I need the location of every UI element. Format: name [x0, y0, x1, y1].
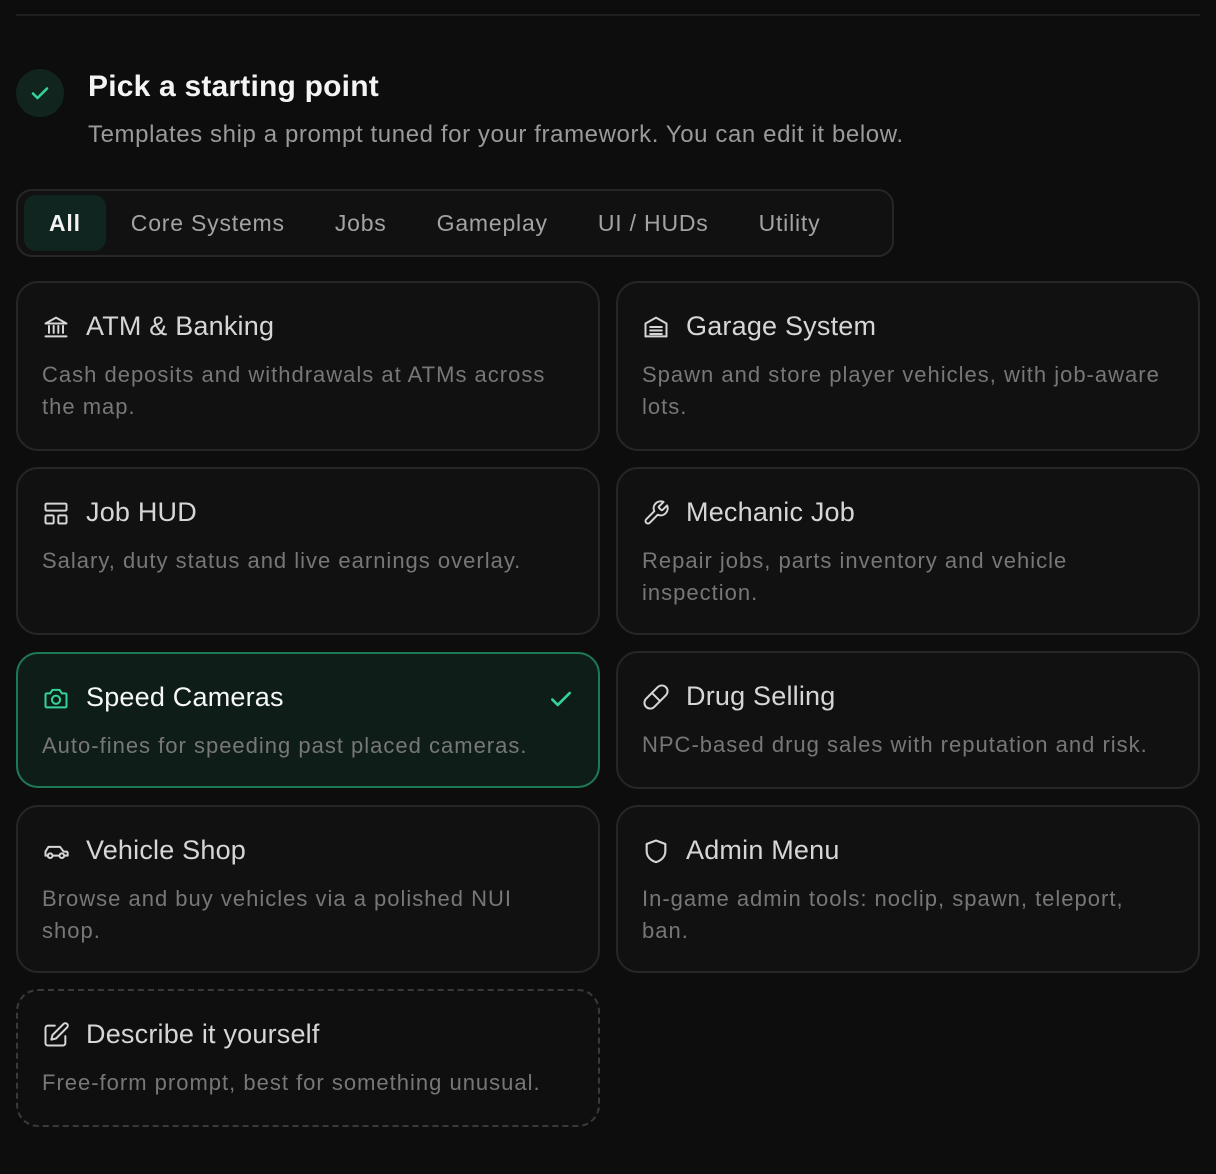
tab-ui-huds[interactable]: UI / HUDs [573, 195, 734, 251]
tab-utility[interactable]: Utility [734, 195, 846, 251]
template-card-vehicle-shop[interactable]: Vehicle Shop Browse and buy vehicles via… [16, 805, 600, 973]
edit-icon [42, 1021, 70, 1049]
garage-icon [642, 313, 670, 341]
wrench-icon [642, 499, 670, 527]
camera-icon [42, 684, 70, 712]
card-title: Drug Selling [686, 681, 836, 711]
card-description: Free-form prompt, best for something unu… [42, 1070, 541, 1095]
card-title: ATM & Banking [86, 311, 275, 341]
tab-all[interactable]: All [24, 195, 106, 251]
shield-icon [642, 837, 670, 865]
card-title: Vehicle Shop [86, 835, 247, 865]
template-card-speed-cameras[interactable]: Speed Cameras Auto-fines for speeding pa… [16, 652, 600, 788]
card-description: Salary, duty status and live earnings ov… [42, 548, 522, 573]
page-title: Pick a starting point [88, 70, 379, 103]
page-subtitle: Templates ship a prompt tuned for your f… [88, 121, 904, 148]
card-title: Job HUD [86, 497, 197, 527]
template-card-describe-yourself[interactable]: Describe it yourself Free-form prompt, b… [16, 989, 600, 1127]
card-title: Mechanic Job [686, 497, 855, 527]
card-title: Garage System [686, 311, 877, 341]
tab-jobs[interactable]: Jobs [310, 195, 412, 251]
layout-icon [42, 499, 70, 527]
template-card-job-hud[interactable]: Job HUD Salary, duty status and live ear… [16, 467, 600, 635]
template-card-mechanic-job[interactable]: Mechanic Job Repair jobs, parts inventor… [616, 467, 1200, 635]
car-icon [42, 837, 70, 865]
card-title: Speed Cameras [86, 682, 284, 712]
card-description: Repair jobs, parts inventory and vehicle… [642, 548, 1068, 605]
template-picker: Pick a starting point Templates ship a p… [0, 0, 1216, 1174]
card-description: Auto-fines for speeding past placed came… [42, 733, 528, 758]
card-description: Browse and buy vehicles via a polished N… [42, 886, 513, 943]
category-tabs: All Core Systems Jobs Gameplay UI / HUDs… [16, 189, 894, 257]
tab-core-systems[interactable]: Core Systems [106, 195, 310, 251]
card-title: Describe it yourself [86, 1019, 320, 1049]
template-card-atm-banking[interactable]: ATM & Banking Cash deposits and withdraw… [16, 281, 600, 451]
tab-gameplay[interactable]: Gameplay [412, 195, 573, 251]
check-icon [31, 87, 49, 100]
card-description: Spawn and store player vehicles, with jo… [642, 362, 1160, 419]
card-title: Admin Menu [686, 835, 840, 865]
card-description: NPC-based drug sales with reputation and… [642, 732, 1148, 757]
divider [16, 14, 1200, 16]
bank-icon [42, 313, 70, 341]
card-description: In-game admin tools: noclip, spawn, tele… [642, 886, 1124, 943]
template-card-admin-menu[interactable]: Admin Menu In-game admin tools: noclip, … [616, 805, 1200, 973]
pill-icon [642, 683, 670, 711]
step-complete-badge [16, 69, 64, 117]
template-card-drug-selling[interactable]: Drug Selling NPC-based drug sales with r… [616, 651, 1200, 789]
selected-check-icon [551, 691, 571, 707]
template-card-garage-system[interactable]: Garage System Spawn and store player veh… [616, 281, 1200, 451]
card-description: Cash deposits and withdrawals at ATMs ac… [42, 362, 546, 419]
